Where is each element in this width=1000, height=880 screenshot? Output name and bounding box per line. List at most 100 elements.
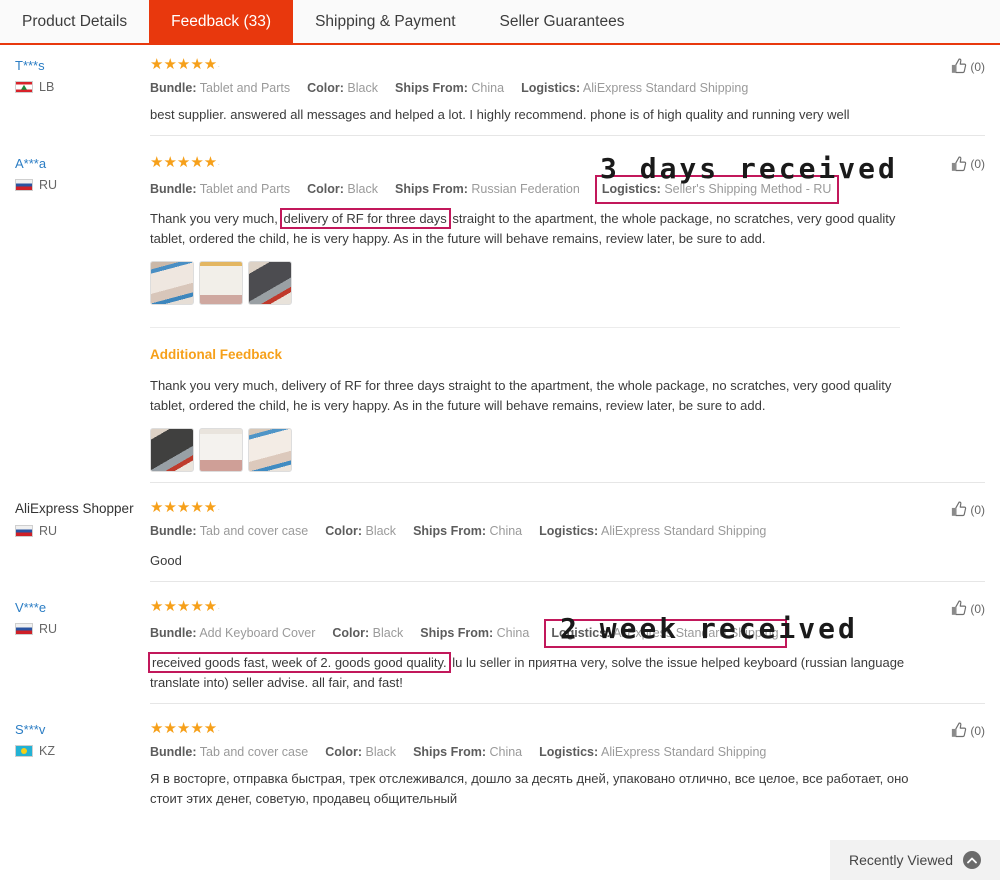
review-photo-thumbnail[interactable]: [248, 428, 292, 473]
review-photo-thumbnail[interactable]: [150, 428, 194, 473]
tab-product-details[interactable]: Product Details: [0, 0, 150, 43]
meta-color-label: Color:: [307, 181, 344, 196]
review-meta: Bundle: Tablet and Parts Color: Black Ship…: [150, 174, 915, 204]
thumbs-up-icon: [952, 58, 967, 74]
meta-logistics-label: Logistics:: [539, 524, 599, 539]
meta-logistics: Logistics: AliExpress Standard Shipping: [539, 743, 766, 762]
meta-bundle-value: Tablet and Parts: [199, 181, 291, 196]
review-user-column: T***s LB: [15, 57, 150, 125]
review-body: (0) ★★★★★· Bundle: Add Keyboard Cover Col…: [148, 599, 985, 693]
tab-feedback[interactable]: Feedback (33): [149, 0, 294, 43]
reviewer-name[interactable]: V***e: [15, 600, 150, 615]
reviewer-country: KZ: [15, 744, 150, 758]
star-glyphs: ★★★★★: [150, 720, 218, 738]
reviewer-country: RU: [15, 524, 150, 538]
meta-bundle-label: Bundle:: [150, 745, 197, 760]
helpful-button[interactable]: (0): [949, 721, 985, 740]
flag-ru-icon: [15, 623, 33, 636]
reviewer-name[interactable]: S***v: [15, 722, 150, 737]
meta-bundle: Bundle: Add Keyboard Cover: [150, 624, 315, 643]
review-text-highlight: delivery of RF for three days: [279, 207, 451, 229]
helpful-button[interactable]: (0): [949, 57, 985, 76]
meta-color-label: Color:: [325, 745, 362, 760]
helpful-button[interactable]: (0): [949, 599, 985, 618]
meta-color: Color: Black: [307, 180, 378, 199]
flag-ru-icon: [15, 179, 33, 192]
review-body: (0) ★★★★★· Bundle: Tablet and Parts Color…: [150, 57, 985, 125]
tab-shipping-payment[interactable]: Shipping & Payment: [293, 0, 478, 43]
meta-bundle: Bundle: Tab and cover case: [150, 522, 308, 541]
review-text: best supplier. answered all messages and…: [150, 106, 850, 122]
review-item: T***s LB (0) ★★★★★· Bundle: Tablet and P…: [0, 45, 1000, 135]
meta-ships-from-label: Ships From:: [413, 524, 486, 539]
review-item: S***v KZ (0) ★★★★★· Bundle: Tab and cove…: [0, 703, 1000, 819]
star-trailing-dot: ·: [217, 61, 221, 71]
country-code: RU: [39, 622, 58, 637]
review-text: received goods fast, week of 2. goods go…: [148, 651, 915, 693]
chevron-up-icon[interactable]: [963, 851, 982, 869]
meta-color-value: Black: [365, 745, 397, 760]
reviewer-name[interactable]: AliExpress Shopper: [15, 501, 150, 517]
additional-feedback-block: Additional Feedback Thank you very much,…: [150, 326, 915, 473]
review-text-before: Thank you very much,: [150, 210, 282, 226]
helpful-count: (0): [970, 502, 985, 517]
star-trailing-dot: ·: [217, 603, 221, 614]
review-photo-thumbnail[interactable]: [199, 260, 243, 305]
helpful-count: (0): [970, 157, 985, 172]
meta-ships-from: Ships From: China: [413, 743, 522, 762]
meta-logistics-label: Logistics:: [521, 81, 581, 95]
recently-viewed-widget[interactable]: Recently Viewed: [830, 840, 1000, 880]
star-rating: ★★★★★·: [150, 57, 915, 72]
meta-ships-from: Ships From: China: [420, 624, 529, 643]
reviewer-country: RU: [15, 178, 150, 192]
review-photo-thumbnail[interactable]: [248, 260, 292, 305]
helpful-button[interactable]: (0): [949, 500, 985, 519]
helpful-count: (0): [970, 59, 985, 74]
tab-seller-guarantees[interactable]: Seller Guarantees: [477, 0, 647, 43]
country-code: KZ: [39, 744, 55, 759]
meta-ships-from-value: China: [471, 81, 505, 95]
meta-logistics-value: AliExpress Standard Shipping: [582, 81, 749, 95]
meta-color-label: Color:: [307, 81, 344, 95]
meta-logistics-value: AliExpress Standard Shipping: [613, 626, 779, 641]
star-rating: ★★★★★·: [150, 721, 915, 736]
thumbs-up-icon: [952, 600, 967, 616]
review-body: (0) ★★★★★· Bundle: Tab and cover case Col…: [150, 721, 985, 809]
meta-ships-from-label: Ships From:: [395, 181, 468, 196]
star-glyphs: ★★★★★: [150, 598, 218, 616]
reviewer-name[interactable]: T***s: [15, 58, 150, 73]
meta-logistics-label: Logistics:: [539, 745, 599, 760]
feedback-review-list: T***s LB (0) ★★★★★· Bundle: Tablet and P…: [0, 45, 1000, 819]
meta-bundle-label: Bundle:: [150, 181, 197, 196]
thumbs-up-icon: [952, 501, 967, 517]
review-text: Я в восторге, отправка быстрая, трек отс…: [150, 770, 909, 807]
meta-bundle-value: Tab and cover case: [199, 745, 309, 760]
review-user-column: S***v KZ: [15, 721, 150, 809]
meta-logistics-label: Logistics:: [601, 181, 661, 196]
review-photo-thumbnail[interactable]: [150, 260, 194, 305]
meta-logistics-value: AliExpress Standard Shipping: [600, 524, 767, 539]
feedback-page: Product Details Feedback (33) Shipping &…: [0, 0, 1000, 880]
meta-bundle-value: Tablet and Parts: [199, 81, 291, 95]
star-rating: ★★★★★·: [150, 155, 915, 170]
meta-logistics-value: Seller's Shipping Method - RU: [664, 181, 832, 196]
review-user-column: V***e RU: [15, 599, 150, 693]
product-tab-bar: Product Details Feedback (33) Shipping &…: [0, 0, 1000, 45]
review-body: (0) ★★★★★· Bundle: Tab and cover case Col…: [150, 500, 985, 571]
review-meta: Bundle: Add Keyboard Cover Color: Black Sh…: [150, 619, 915, 648]
star-trailing-dot: ·: [217, 158, 221, 169]
meta-logistics-label: Logistics:: [551, 626, 611, 641]
helpful-button[interactable]: (0): [949, 155, 985, 174]
star-glyphs: ★★★★★: [150, 153, 218, 171]
meta-bundle-label: Bundle:: [150, 524, 197, 539]
review-photo-thumbnail[interactable]: [199, 428, 243, 473]
tab-label: Seller Guarantees: [499, 12, 625, 30]
reviewer-name[interactable]: A***a: [15, 156, 150, 171]
reviewer-country: RU: [15, 622, 150, 636]
review-meta: Bundle: Tablet and Parts Color: Black Ship…: [150, 79, 915, 98]
review-body: (0) ★★★★★· Bundle: Tablet and Parts Color…: [150, 155, 985, 473]
meta-color-value: Black: [347, 181, 378, 196]
star-rating: ★★★★★·: [150, 599, 915, 614]
meta-ships-from: Ships From: Russian Federation: [395, 180, 580, 199]
review-photo-list: [150, 260, 915, 305]
